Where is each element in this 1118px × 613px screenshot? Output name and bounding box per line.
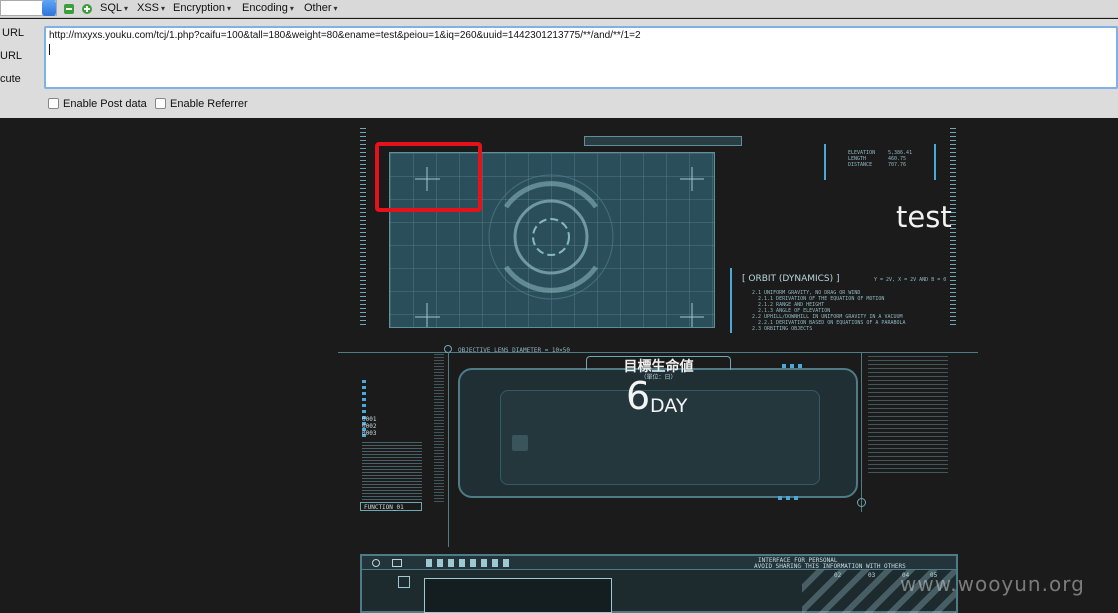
interface-screen <box>424 578 612 613</box>
vertical-guide <box>448 352 449 547</box>
life-block-icon <box>512 435 528 451</box>
indicator-dot <box>786 496 790 500</box>
right-marker-icon <box>857 498 866 507</box>
hackbar-panel: URL URL cute http://mxyxs.youku.com/tcj/… <box>0 19 1118 118</box>
divider-line <box>338 352 978 353</box>
vertical-guide <box>861 352 862 512</box>
menu-xss[interactable]: XSS <box>137 2 165 15</box>
interface-panel: INTERFACE FOR PERSONAL AVOID SHARING THI… <box>360 554 958 613</box>
checkbox-icon[interactable] <box>48 98 59 109</box>
load-url-select[interactable] <box>0 0 57 16</box>
orbit-line: 2.3 ORBITING OBJECTS <box>752 326 813 332</box>
execute-label[interactable]: cute <box>0 73 21 85</box>
life-unit-hint: （單位：日） <box>640 374 677 381</box>
tool-icons <box>426 559 514 567</box>
lens-label: OBJECTIVE LENS DIAMETER = 10×50 <box>458 347 570 354</box>
orbit-subtitle: Y = 2V, X = 2V AND B = 0 <box>874 277 947 283</box>
hud-image: ELEVATION LENGTH DISTANCE 5,386.41 460.7… <box>338 118 978 613</box>
select-arrow-icon[interactable] <box>42 0 56 16</box>
enable-post-label: Enable Post data <box>63 98 147 110</box>
indicator-dot <box>778 496 782 500</box>
menu-encoding[interactable]: Encoding <box>242 2 294 15</box>
highlight-box <box>375 142 482 212</box>
code-0001: 0001 <box>362 416 377 423</box>
indicator-dot <box>798 364 802 368</box>
code-0002: 0002 <box>362 423 377 430</box>
enable-referrer-checkbox[interactable]: Enable Referrer <box>155 98 248 110</box>
target-icon <box>372 559 380 567</box>
load-url-label[interactable]: URL <box>2 27 24 39</box>
increase-icon[interactable] <box>82 4 92 14</box>
url-textarea[interactable]: http://mxyxs.youku.com/tcj/1.php?caifu=1… <box>44 26 1118 89</box>
watermark: www.wooyun.org <box>900 572 1085 596</box>
life-unit: DAY <box>650 395 688 417</box>
small-box-icon <box>398 576 410 588</box>
checkbox-icon[interactable] <box>155 98 166 109</box>
split-url-label[interactable]: URL <box>0 50 22 62</box>
enable-post-checkbox[interactable]: Enable Post data <box>48 98 147 110</box>
life-panel: 目標生命値 （單位：日） 6 DAY <box>458 356 858 500</box>
url-value: http://mxyxs.youku.com/tcj/1.php?caifu=1… <box>49 30 641 41</box>
left-tick-ruler <box>360 128 366 328</box>
interface-line: AVOID SHARING THIS INFORMATION WITH OTHE… <box>754 563 906 570</box>
target-name: test <box>896 200 952 234</box>
function-label: FUNCTION_01 <box>364 504 404 511</box>
orbit-title: [ ORBIT (DYNAMICS) ] <box>742 274 840 284</box>
left-text-block <box>362 442 422 500</box>
text-cursor <box>49 44 50 55</box>
indicator-dot <box>782 364 786 368</box>
vertical-text-block <box>434 354 444 504</box>
life-number: 6 <box>626 374 651 418</box>
orbit-panel: [ ORBIT (DYNAMICS) ] Y = 2V, X = 2V AND … <box>730 268 946 333</box>
code-0003: 0003 <box>362 430 377 437</box>
function-box: FUNCTION_01 <box>360 502 422 511</box>
indicator-dot <box>794 496 798 500</box>
indicator-dot <box>790 364 794 368</box>
menu-sql[interactable]: SQL <box>100 2 128 15</box>
decrease-icon[interactable] <box>64 4 74 14</box>
hackbar-toolbar: SQL XSS Encryption Encoding Other <box>0 0 1118 18</box>
right-text-block <box>868 356 948 476</box>
play-icon <box>392 559 402 567</box>
top-bar-decoration <box>584 136 742 146</box>
menu-encryption[interactable]: Encryption <box>173 2 231 15</box>
enable-referrer-label: Enable Referrer <box>170 98 248 110</box>
menu-other[interactable]: Other <box>304 2 338 15</box>
elevation-box: ELEVATION LENGTH DISTANCE 5,386.41 460.7… <box>824 144 936 180</box>
distance-label: DISTANCE <box>848 162 873 168</box>
distance-value: 707.76 <box>888 162 907 168</box>
